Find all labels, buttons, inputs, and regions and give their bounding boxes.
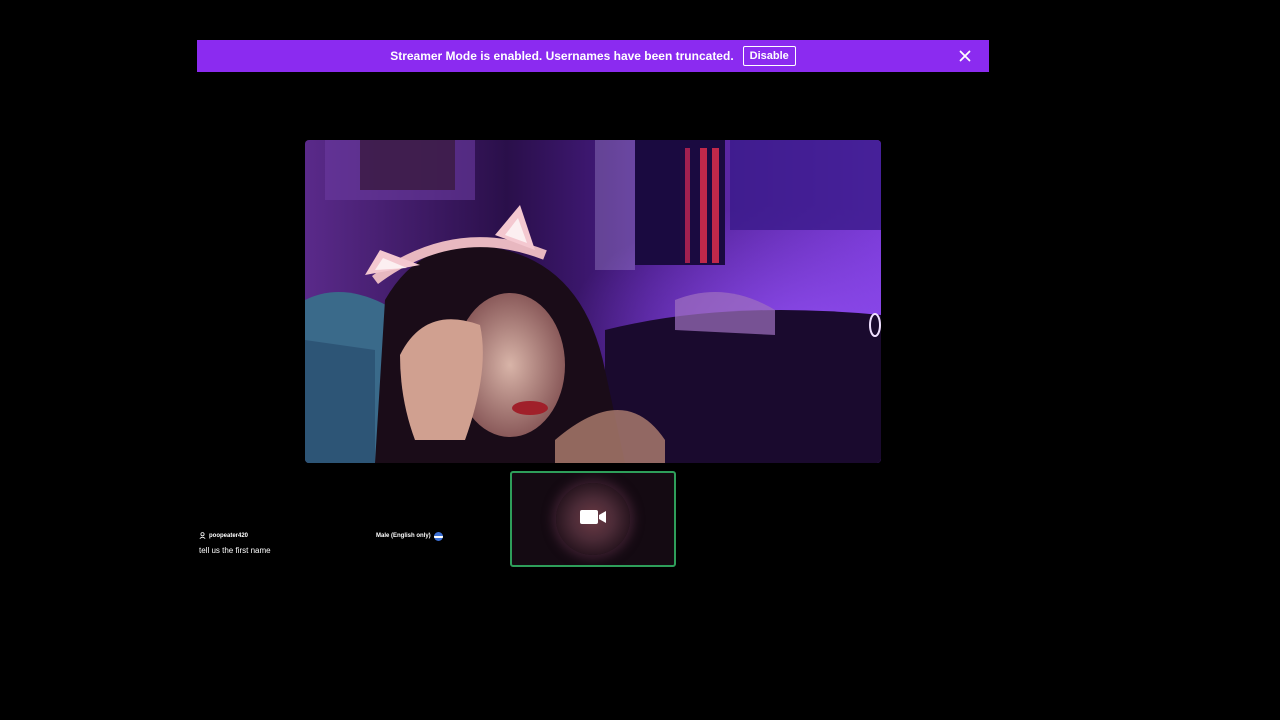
chat-message: tell us the first name <box>199 546 271 555</box>
self-view <box>510 471 676 567</box>
chat-username: poopeater420 <box>209 533 249 539</box>
user-icon <box>199 531 206 541</box>
partner-info-label: Male (English only) <box>376 533 431 539</box>
partner-info: Male (English only) <box>376 531 443 541</box>
partner-video <box>305 140 881 463</box>
partner-video-image <box>305 140 881 463</box>
streamer-mode-banner: Streamer Mode is enabled. Usernames have… <box>197 40 989 72</box>
video-camera-icon <box>579 507 607 532</box>
banner-message: Streamer Mode is enabled. Usernames have… <box>390 49 734 63</box>
disable-button[interactable]: Disable <box>742 46 796 66</box>
flag-icon <box>433 531 443 541</box>
close-icon[interactable] <box>957 48 973 64</box>
chat-user: poopeater420 <box>199 531 248 541</box>
